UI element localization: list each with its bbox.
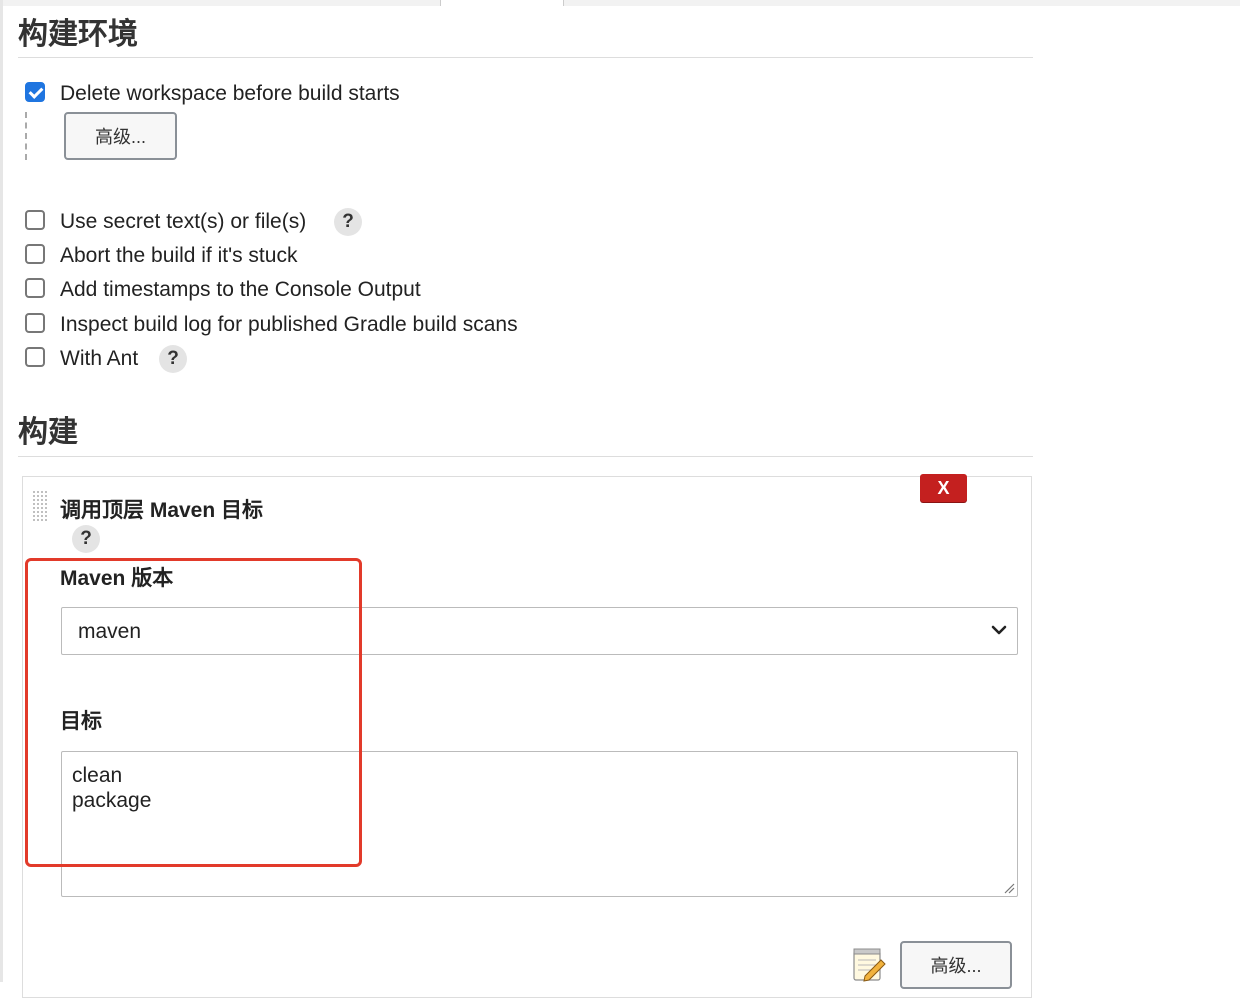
- delete-step-button[interactable]: X: [920, 474, 967, 502]
- timestamps-label: Add timestamps to the Console Output: [60, 278, 421, 301]
- with-ant-checkbox[interactable]: [25, 347, 45, 367]
- with-ant-label: With Ant: [60, 347, 139, 370]
- notepad-icon[interactable]: [851, 946, 887, 982]
- delete-workspace-checkbox[interactable]: [25, 82, 45, 102]
- help-icon[interactable]: ?: [72, 525, 100, 553]
- nested-option-guide: [25, 112, 27, 160]
- delete-workspace-label: Delete workspace before build starts: [60, 82, 400, 105]
- build-step-title: 调用顶层 Maven 目标: [60, 499, 264, 522]
- abort-stuck-checkbox[interactable]: [25, 244, 45, 264]
- build-step-panel: [22, 476, 1032, 998]
- top-tab-strip: [3, 0, 1240, 6]
- section-divider: [18, 456, 1033, 457]
- advanced-button-workspace[interactable]: 高级...: [64, 112, 177, 160]
- active-tab-edge[interactable]: [440, 0, 564, 6]
- section-title-build: 构建: [18, 416, 78, 449]
- resize-grip-icon[interactable]: [1003, 882, 1015, 894]
- page-left-border: [0, 0, 3, 982]
- abort-stuck-label: Abort the build if it's stuck: [60, 244, 298, 267]
- use-secret-label: Use secret text(s) or file(s): [60, 210, 307, 233]
- section-title-build-environment: 构建环境: [18, 18, 138, 51]
- gradle-scans-label: Inspect build log for published Gradle b…: [60, 313, 518, 336]
- section-divider: [18, 57, 1033, 58]
- help-icon[interactable]: ?: [159, 345, 187, 373]
- maven-version-select[interactable]: maven: [61, 607, 1018, 655]
- timestamps-checkbox[interactable]: [25, 278, 45, 298]
- goals-line: package: [72, 789, 152, 812]
- help-icon[interactable]: ?: [334, 208, 362, 236]
- gradle-scans-checkbox[interactable]: [25, 313, 45, 333]
- goals-line: clean: [72, 764, 123, 787]
- drag-handle-icon[interactable]: [32, 490, 48, 522]
- maven-version-value: maven: [78, 620, 142, 643]
- goals-label: 目标: [60, 710, 102, 733]
- use-secret-checkbox[interactable]: [25, 210, 45, 230]
- chevron-down-icon: [991, 625, 1007, 635]
- goals-textarea[interactable]: clean package: [61, 751, 1018, 897]
- maven-version-label: Maven 版本: [60, 567, 174, 590]
